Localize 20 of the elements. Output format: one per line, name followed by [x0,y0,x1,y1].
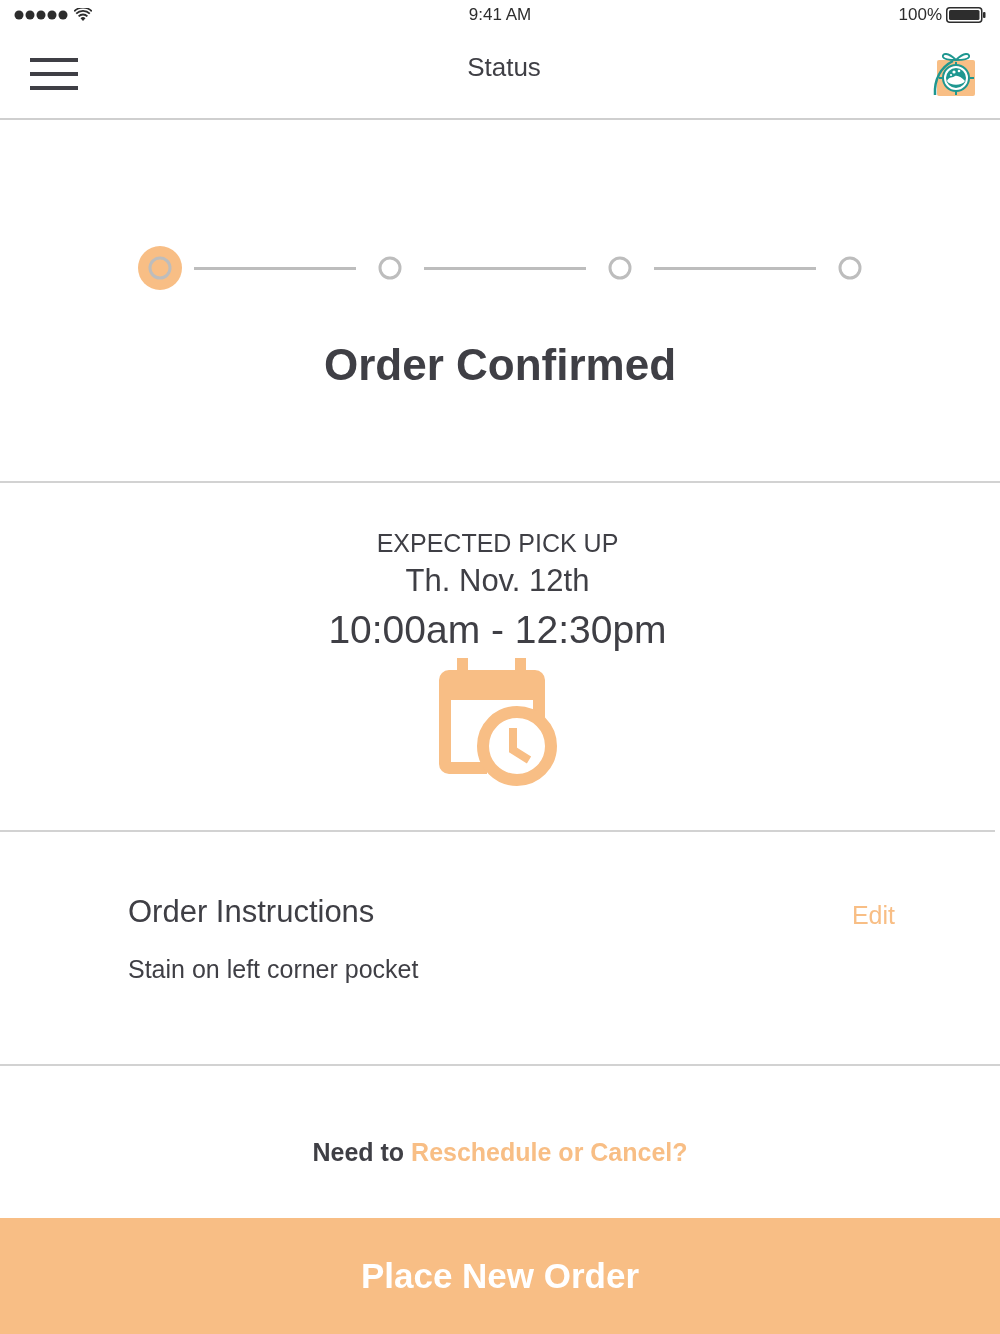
instructions-title: Order Instructions [128,893,375,931]
calendar-clock-icon [438,658,557,788]
pickup-date: Th. Nov. 12th [405,562,590,600]
wifi-icon [74,8,92,22]
battery-icon [946,7,986,23]
pickup-time-range: 10:00am - 12:30pm [328,607,667,653]
page-title: Status [467,50,541,84]
place-new-order-button[interactable]: Place New Order [0,1218,1000,1334]
gift-box-icon [931,51,977,97]
reschedule-prompt: Need to Reschedule or Cancel? [312,1137,688,1168]
status-time: 9:41 AM [468,4,532,27]
edit-link[interactable]: Edit [851,899,895,931]
instructions-text: Stain on left corner pocket [128,954,420,985]
order-status-heading: Order Confirmed [323,339,676,391]
battery-percent: 100% [898,4,942,27]
menu-icon [30,58,78,90]
reschedule-link[interactable]: Reschedule or Cancel? [411,1138,688,1166]
menu-button[interactable] [30,57,78,91]
signal-icon [14,10,68,20]
pickup-label: EXPECTED PICK UP [376,528,619,559]
